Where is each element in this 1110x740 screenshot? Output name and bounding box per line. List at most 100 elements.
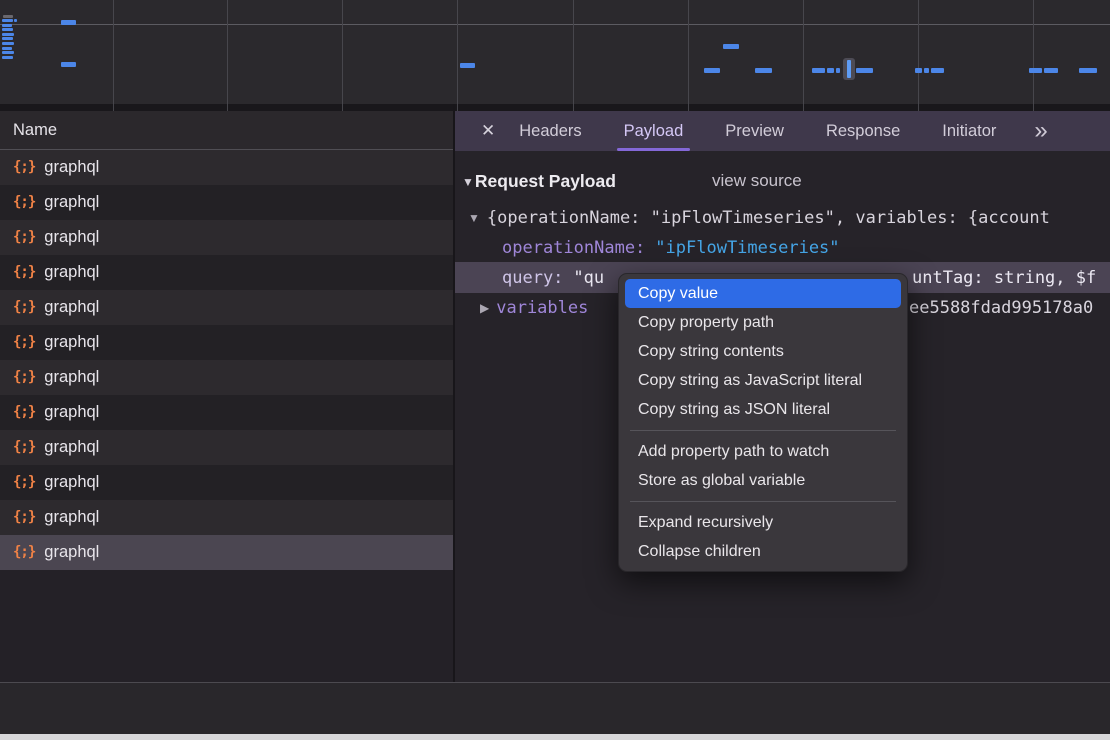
tab-headers[interactable]: Headers	[519, 111, 581, 151]
table-row[interactable]: {;}graphql	[0, 465, 453, 500]
timeline-bar	[812, 68, 825, 73]
json-script-icon: {;}	[13, 290, 35, 325]
timeline-bar	[931, 68, 944, 73]
column-header-name[interactable]: Name	[0, 111, 453, 150]
json-script-icon: {;}	[13, 430, 35, 465]
json-script-icon: {;}	[13, 500, 35, 535]
timeline-bar	[1029, 68, 1042, 73]
table-row[interactable]: {;} graphql	[0, 500, 453, 535]
grid-tick	[342, 104, 343, 111]
grid-tick	[1033, 104, 1034, 111]
overview-gridline-horizontal	[0, 24, 1110, 25]
grid-line	[227, 0, 228, 104]
request-payload-header[interactable]: ▼Request Payload	[462, 166, 616, 196]
view-source-link[interactable]: view source	[712, 166, 802, 196]
timeline-bar	[755, 68, 772, 73]
table-row[interactable]: {;} graphql	[0, 150, 453, 185]
json-script-icon: {;}	[13, 325, 35, 360]
request-list: {;} graphql {;} graphql {;} graphql {;} graphql…	[0, 150, 453, 570]
grid-line	[803, 0, 804, 104]
tab-initiator[interactable]: Initiator	[942, 111, 996, 151]
table-row[interactable]: {;}graphql	[0, 185, 453, 220]
request-name: graphql	[44, 185, 99, 220]
footer-area	[0, 683, 1110, 734]
overview-bottom-band	[0, 104, 1110, 111]
property-variables[interactable]: ▶variables	[480, 293, 588, 323]
menu-item[interactable]: Copy string contents	[625, 337, 901, 366]
close-icon[interactable]: ✕	[481, 121, 495, 141]
property-operationname[interactable]: operationName: "ipFlowTimeseries"	[502, 233, 840, 263]
timeline-bar	[2, 19, 13, 22]
request-name: graphql	[44, 360, 99, 395]
property-value: "ipFlowTimeseries"	[655, 238, 839, 258]
devtools-window: Name {;}graphql{;}graphql{;}graphql{;}gr…	[0, 0, 1110, 740]
query-value-tail: untTag: string, $f	[912, 263, 1096, 293]
grid-line	[573, 0, 574, 104]
json-script-icon: {;}	[13, 150, 35, 185]
table-row[interactable]: {;} graphql	[0, 535, 453, 570]
json-script-icon: {;}	[13, 465, 35, 500]
grid-tick	[918, 104, 919, 111]
tab-payload[interactable]: Payload	[624, 111, 684, 151]
grid-line	[918, 0, 919, 104]
request-payload-title: Request Payload	[475, 171, 616, 191]
request-name: graphql	[44, 150, 99, 185]
window-bottom-edge	[0, 734, 1110, 740]
property-key: operationName:	[502, 238, 645, 258]
expanded-triangle-icon[interactable]: ▼	[468, 211, 480, 225]
timeline-bar	[2, 24, 12, 27]
table-row[interactable]: {;} graphql	[0, 430, 453, 465]
grid-tick	[573, 104, 574, 111]
menu-item[interactable]: Store as global variable	[625, 466, 901, 495]
collapsed-triangle-icon[interactable]: ▶	[480, 301, 489, 315]
menu-divider	[630, 430, 896, 431]
context-menu: Copy valueCopy property pathCopy string …	[618, 273, 908, 572]
table-row[interactable]: {;} graphql	[0, 360, 453, 395]
table-row[interactable]: {;} graphql	[0, 325, 453, 360]
json-script-icon: {;}	[13, 360, 35, 395]
menu-item[interactable]: Add property path to watch	[625, 437, 901, 466]
tab-strip: Headers Payload Preview Response Initiator	[519, 111, 996, 151]
variables-value-tail: ee5588fdad995178a0	[909, 293, 1093, 323]
timeline-bar	[723, 44, 739, 49]
timeline-bar	[61, 62, 76, 67]
timeline-bar	[1044, 68, 1058, 73]
timeline-bar	[827, 68, 834, 73]
menu-item[interactable]: Collapse children	[625, 537, 901, 566]
table-row[interactable]: {;}graphql	[0, 395, 453, 430]
property-value-start: "qu	[573, 268, 604, 288]
payload-root-line[interactable]: ▼{operationName: "ipFlowTimeseries", var…	[468, 203, 1050, 233]
overflow-tabs-icon[interactable]: »	[1034, 111, 1047, 151]
network-overview-timeline[interactable]	[0, 0, 1110, 104]
menu-item[interactable]: Copy property path	[625, 308, 901, 337]
menu-item[interactable]: Copy string as JavaScript literal	[625, 366, 901, 395]
request-name: graphql	[44, 535, 99, 570]
menu-item[interactable]: Copy value	[625, 279, 901, 308]
timeline-bar	[61, 20, 76, 25]
request-name: graphql	[44, 290, 99, 325]
tab-preview[interactable]: Preview	[725, 111, 784, 151]
request-name: graphql	[44, 430, 99, 465]
json-script-icon: {;}	[13, 535, 35, 570]
timeline-bar	[1079, 68, 1097, 73]
request-name: graphql	[44, 325, 99, 360]
timeline-bar	[856, 68, 873, 73]
table-row[interactable]: {;} graphql	[0, 290, 453, 325]
table-row[interactable]: {;}graphql	[0, 255, 453, 290]
tab-response[interactable]: Response	[826, 111, 900, 151]
grid-line	[457, 0, 458, 104]
timeline-bar	[460, 63, 475, 68]
timeline-bar	[2, 33, 14, 36]
selected-request-marker-tick	[847, 60, 851, 78]
request-name: graphql	[44, 500, 99, 535]
timeline-bar	[2, 51, 14, 54]
section-collapse-icon[interactable]: ▼	[462, 175, 474, 189]
table-row[interactable]: {;}graphql	[0, 220, 453, 255]
detail-tabs-bar: ✕ Headers Payload Preview Response Initiator…	[455, 111, 1110, 151]
grid-tick	[457, 104, 458, 111]
property-query[interactable]: query:"qu	[502, 263, 604, 293]
menu-item[interactable]: Expand recursively	[625, 508, 901, 537]
menu-item[interactable]: Copy string as JSON literal	[625, 395, 901, 424]
timeline-bar	[14, 19, 17, 22]
request-name: graphql	[44, 220, 99, 255]
